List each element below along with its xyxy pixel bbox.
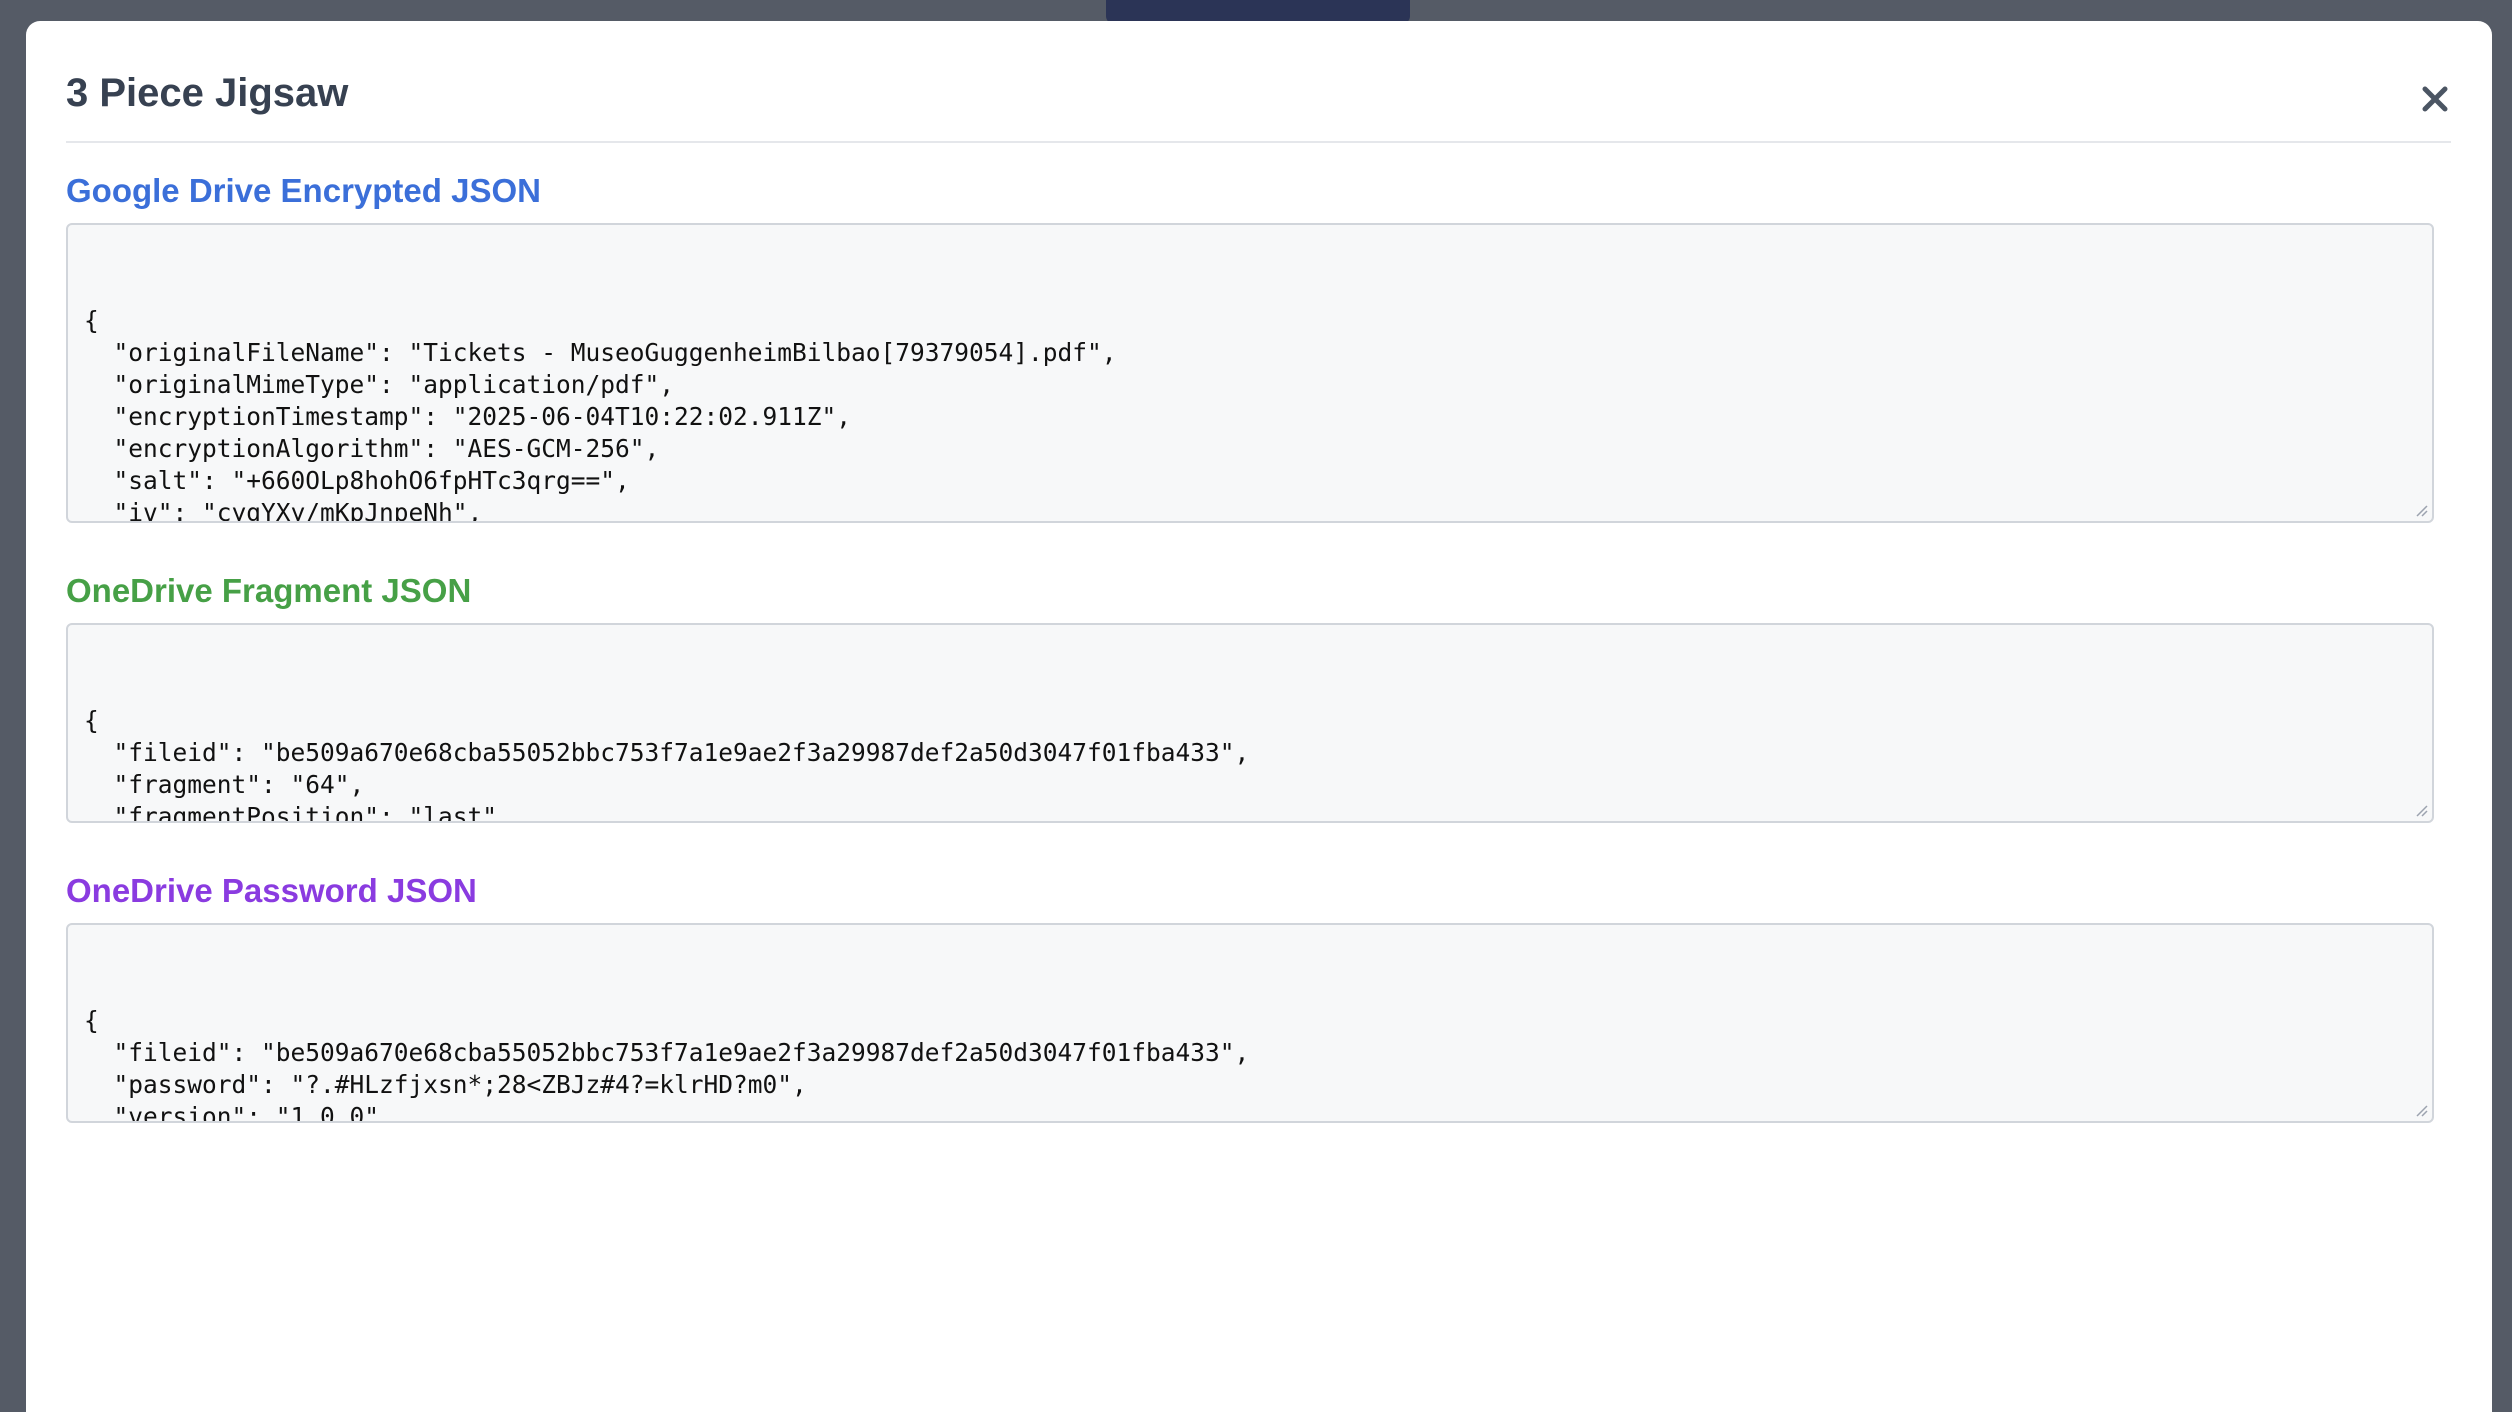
google-drive-json-content: { "originalFileName": "Tickets - MuseoGu… (84, 306, 1117, 523)
onedrive-fragment-section-title: OneDrive Fragment JSON (66, 572, 472, 609)
resize-grip-icon[interactable] (2412, 801, 2428, 817)
close-button[interactable] (2413, 77, 2457, 121)
google-drive-json-textarea[interactable]: { "originalFileName": "Tickets - MuseoGu… (66, 223, 2434, 523)
modal-title: 3 Piece Jigsaw (66, 71, 349, 115)
onedrive-password-json-textarea[interactable]: { "fileid": "be509a670e68cba55052bbc753f… (66, 923, 2434, 1123)
jigsaw-modal: 3 Piece Jigsaw Google Drive Encrypted JS… (26, 21, 2492, 1412)
close-icon (2422, 86, 2448, 112)
onedrive-password-section-title: OneDrive Password JSON (66, 872, 477, 909)
modal-header: 3 Piece Jigsaw (66, 21, 2451, 143)
onedrive-fragment-json-content: { "fileid": "be509a670e68cba55052bbc753f… (84, 706, 1250, 823)
resize-grip-icon[interactable] (2412, 1101, 2428, 1117)
onedrive-fragment-json-textarea[interactable]: { "fileid": "be509a670e68cba55052bbc753f… (66, 623, 2434, 823)
google-drive-section-title: Google Drive Encrypted JSON (66, 172, 541, 209)
resize-grip-icon[interactable] (2412, 501, 2428, 517)
onedrive-password-json-content: { "fileid": "be509a670e68cba55052bbc753f… (84, 1006, 1250, 1123)
